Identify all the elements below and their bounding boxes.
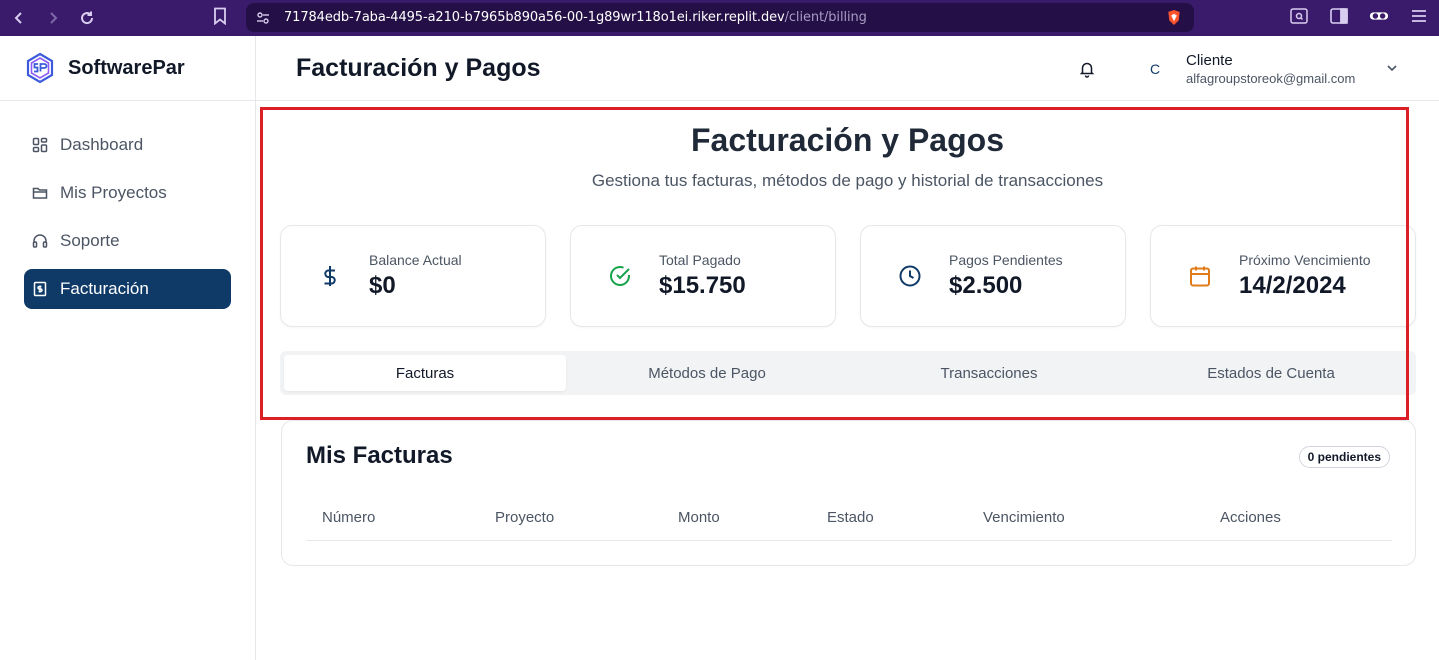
menu-button[interactable] <box>1409 6 1429 26</box>
stat-value: $15.750 <box>659 272 746 299</box>
top-header: Facturación y Pagos C Cliente alfagroups… <box>256 36 1439 101</box>
page-title: Facturación y Pagos <box>296 53 541 82</box>
calendar-icon <box>1188 264 1212 288</box>
stat-card-total-paid: Total Pagado $15.750 <box>570 225 836 327</box>
invoices-title: Mis Facturas <box>306 442 453 469</box>
stat-label: Pagos Pendientes <box>949 252 1063 268</box>
bookmark-button[interactable] <box>213 7 227 30</box>
sidebar-item-label: Dashboard <box>60 135 144 154</box>
sidebar-toggle-button[interactable] <box>1329 6 1349 26</box>
sidebar-item-label: Facturación <box>60 279 149 298</box>
status-badge: 0 pendientes <box>1298 446 1390 468</box>
user-email: alfagroupstoreok@gmail.com <box>1186 71 1356 86</box>
stat-label: Balance Actual <box>369 252 462 268</box>
tab-metodos-de-pago[interactable]: Métodos de Pago <box>566 355 848 391</box>
bell-icon <box>1079 62 1095 78</box>
softwarepar-logo-icon <box>26 52 54 84</box>
url-text: 71784edb-7aba-4495-a210-b7965b890a56-00-… <box>284 10 867 25</box>
billing-tabs: Facturas Métodos de Pago Transacciones E… <box>280 351 1416 395</box>
tab-facturas[interactable]: Facturas <box>284 355 566 391</box>
receipt-icon <box>32 281 48 297</box>
address-bar[interactable]: 71784edb-7aba-4495-a210-b7965b890a56-00-… <box>246 3 1194 32</box>
stat-label: Total Pagado <box>659 252 741 268</box>
url-host: 71784edb-7aba-4495-a210-b7965b890a56-00-… <box>284 10 785 25</box>
sidebar-item-dashboard[interactable]: Dashboard <box>24 125 231 165</box>
tab-transacciones[interactable]: Transacciones <box>848 355 1130 391</box>
column-header-proyecto[interactable]: Proyecto <box>495 509 554 526</box>
clock-icon <box>898 264 922 288</box>
stat-label: Próximo Vencimiento <box>1239 252 1371 268</box>
back-button[interactable] <box>8 7 30 29</box>
arrow-right-icon <box>50 12 58 24</box>
column-header-acciones[interactable]: Acciones <box>1220 509 1281 526</box>
arrow-left-icon <box>14 12 22 24</box>
stat-value: $2.500 <box>949 272 1023 299</box>
browser-actions <box>1289 6 1429 26</box>
chevron-down-icon[interactable] <box>1386 62 1398 74</box>
invoices-card: Mis Facturas 0 pendientes Número Proyect… <box>281 420 1416 566</box>
stat-card-next-due: Próximo Vencimiento 14/2/2024 <box>1150 225 1416 327</box>
screen-search-icon <box>1290 8 1308 24</box>
grid-icon <box>32 137 48 153</box>
sidebar-icon <box>1330 8 1348 24</box>
sidebar: SoftwarePar Dashboard Mis Proyectos Sopo… <box>0 36 256 660</box>
hamburger-icon <box>1412 10 1426 22</box>
billing-title: Facturación y Pagos <box>691 122 1004 158</box>
tab-estados-de-cuenta[interactable]: Estados de Cuenta <box>1130 355 1412 391</box>
column-header-estado[interactable]: Estado <box>827 509 874 526</box>
stat-value: $0 <box>369 272 396 299</box>
brand-name: SoftwarePar <box>68 56 185 79</box>
forward-button[interactable] <box>42 7 64 29</box>
site-settings-icon[interactable] <box>256 11 270 25</box>
headphones-icon <box>32 233 48 249</box>
stat-value: 14/2/2024 <box>1239 272 1346 299</box>
sidebar-item-soporte[interactable]: Soporte <box>24 221 231 261</box>
stat-card-pending: Pagos Pendientes $2.500 <box>860 225 1126 327</box>
private-profile-button[interactable] <box>1369 6 1389 26</box>
column-header-vencimiento[interactable]: Vencimiento <box>983 509 1065 526</box>
brand[interactable]: SoftwarePar <box>0 36 255 101</box>
stat-card-balance: Balance Actual $0 <box>280 225 546 327</box>
check-circle-icon <box>608 264 632 288</box>
sidebar-nav: Dashboard Mis Proyectos Soporte Facturac… <box>0 101 255 333</box>
reload-icon <box>81 11 94 25</box>
dollar-icon <box>318 264 342 288</box>
brave-shield-icon[interactable] <box>1166 9 1182 26</box>
notifications-button[interactable] <box>1078 60 1096 78</box>
glasses-icon <box>1369 12 1389 20</box>
user-menu[interactable]: Cliente alfagroupstoreok@gmail.com <box>1186 52 1355 86</box>
column-header-monto[interactable]: Monto <box>678 509 720 526</box>
search-tab-button[interactable] <box>1289 6 1309 26</box>
billing-subtitle: Gestiona tus facturas, métodos de pago y… <box>591 171 1104 190</box>
sidebar-item-label: Mis Proyectos <box>60 183 167 202</box>
reload-button[interactable] <box>76 7 98 29</box>
column-header-numero[interactable]: Número <box>322 509 375 526</box>
avatar[interactable]: C <box>1139 53 1171 85</box>
browser-toolbar: 71784edb-7aba-4495-a210-b7965b890a56-00-… <box>0 0 1439 36</box>
user-name: Cliente <box>1186 52 1233 69</box>
sidebar-item-facturacion[interactable]: Facturación <box>24 269 231 309</box>
url-path: /client/billing <box>784 10 867 25</box>
bookmark-icon <box>214 7 226 26</box>
sidebar-item-mis-proyectos[interactable]: Mis Proyectos <box>24 173 231 213</box>
folder-icon <box>32 185 48 201</box>
table-header: Número Proyecto Monto Estado Vencimiento… <box>306 495 1392 541</box>
sidebar-item-label: Soporte <box>60 231 120 250</box>
